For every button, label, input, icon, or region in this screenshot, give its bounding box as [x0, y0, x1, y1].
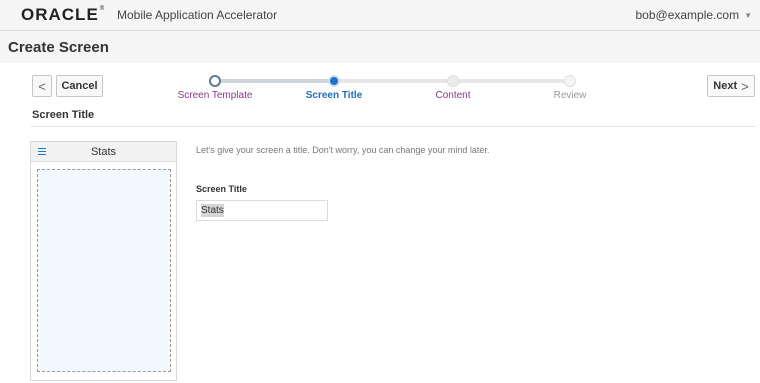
back-button[interactable]: <: [32, 75, 52, 97]
step-dot-review: [564, 75, 576, 87]
app-title: Mobile Application Accelerator: [117, 8, 278, 22]
chevron-left-icon: <: [38, 78, 46, 94]
step-dot-screen-title: [328, 75, 340, 87]
preview-content-area: [37, 169, 171, 372]
logo-wordmark: ORACLE: [21, 5, 99, 24]
screen-preview: Stats: [30, 141, 177, 381]
preview-header: Stats: [31, 142, 176, 162]
step-label-screen-template[interactable]: Screen Template: [178, 90, 253, 101]
user-menu[interactable]: bob@example.com ▼: [636, 8, 753, 22]
oracle-logo[interactable]: ORACLE ®: [21, 6, 104, 24]
preview-title: Stats: [90, 146, 117, 158]
step-label-screen-title: Screen Title: [305, 90, 363, 101]
section-divider: [30, 126, 756, 127]
screen-title-input[interactable]: Stats: [196, 200, 328, 221]
step-dot-screen-template[interactable]: [209, 75, 221, 87]
top-header: ORACLE ® Mobile Application Accelerator …: [0, 0, 760, 31]
cancel-button[interactable]: Cancel: [56, 75, 103, 97]
user-email: bob@example.com: [635, 8, 740, 22]
page-title: Create Screen: [8, 39, 109, 56]
step-label-review: Review: [553, 90, 587, 101]
next-button-label: Next: [713, 80, 738, 92]
stepper-track-completed: [216, 79, 334, 83]
section-title: Screen Title: [32, 109, 95, 121]
step-label-content[interactable]: Content: [435, 90, 470, 101]
caret-down-icon: ▼: [744, 10, 752, 20]
screen-title-label: Screen Title: [196, 184, 247, 194]
intro-text: Let's give your screen a title. Don't wo…: [196, 145, 490, 155]
chevron-right-icon: >: [741, 78, 749, 94]
next-button[interactable]: Next >: [707, 75, 755, 97]
page-heading-band: Create Screen: [0, 31, 760, 63]
step-dot-content[interactable]: [447, 75, 459, 87]
logo-registered-mark: ®: [99, 6, 105, 12]
screen-title-value: Stats: [201, 204, 224, 217]
